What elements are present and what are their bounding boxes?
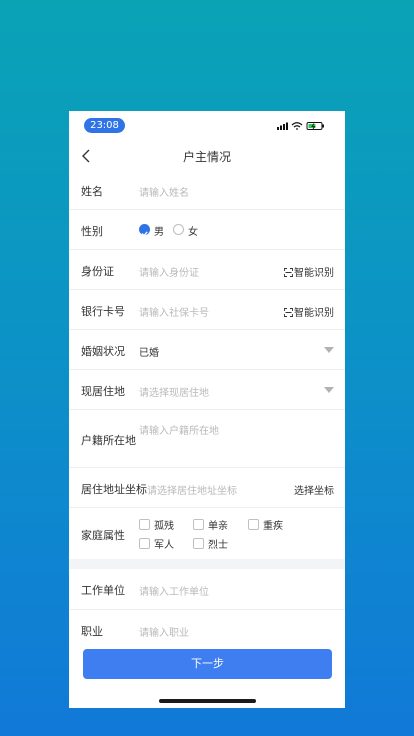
phone-screen: 23:08 户主情况 姓名 请输入姓名 性别 男 女 身份证 请输入身份证 智能… [69, 111, 345, 708]
residence-select[interactable]: 请选择现居住地 [139, 384, 209, 399]
soldier-checkbox[interactable] [139, 538, 150, 549]
gender-label: 性别 [81, 225, 103, 238]
gender-male-label[interactable]: 男 [154, 223, 164, 238]
residence-label: 现居住地 [81, 385, 125, 398]
work-unit-label: 工作单位 [81, 584, 125, 597]
martyr-checkbox[interactable] [193, 538, 204, 549]
id-card-recognize-label: 智能识别 [294, 268, 334, 279]
bank-card-label: 银行卡号 [81, 305, 125, 318]
occupation-label: 职业 [81, 625, 103, 638]
family-attr-row: 家庭属性 孤残 单亲 重疾 军人 烈士 [69, 508, 345, 559]
next-step-button[interactable]: 下一步 [83, 649, 332, 679]
status-time: 23:08 [84, 118, 125, 133]
gender-male-radio-checked-icon[interactable] [139, 224, 150, 237]
navigation-bar: 户主情况 [69, 141, 345, 171]
name-row[interactable]: 姓名 请输入姓名 [69, 170, 345, 210]
name-label: 姓名 [81, 185, 103, 198]
household-form: 姓名 请输入姓名 性别 男 女 身份证 请输入身份证 智能识别 银行卡号 请输入… [69, 170, 345, 650]
bank-card-recognize-label: 智能识别 [294, 308, 334, 319]
signal-icon [277, 122, 288, 130]
single-parent-option-label[interactable]: 单亲 [208, 517, 228, 532]
household-reg-input[interactable]: 请输入户籍所在地 [139, 422, 219, 437]
bank-card-row[interactable]: 银行卡号 请输入社保卡号 智能识别 [69, 290, 345, 330]
page-title: 户主情况 [182, 150, 231, 164]
name-input[interactable]: 请输入姓名 [139, 184, 189, 199]
gender-female-label[interactable]: 女 [188, 223, 198, 238]
serious-illness-option-label[interactable]: 重疾 [263, 517, 283, 532]
section-divider [69, 559, 345, 569]
coords-input[interactable]: 请选择居住地址坐标 [147, 482, 237, 497]
marital-row[interactable]: 婚姻状况 已婚 [69, 330, 345, 370]
household-reg-label: 户籍所在地 [81, 434, 136, 447]
coords-label: 居住地址坐标 [81, 483, 147, 496]
status-icons [277, 122, 324, 130]
bank-card-input[interactable]: 请输入社保卡号 [139, 304, 209, 319]
occupation-input[interactable]: 请输入职业 [139, 624, 189, 639]
status-bar: 23:08 [69, 111, 345, 137]
home-indicator [159, 699, 256, 703]
martyr-option-label[interactable]: 烈士 [208, 536, 228, 551]
scan-icon [284, 268, 293, 277]
occupation-row[interactable]: 职业 请输入职业 [69, 610, 345, 650]
serious-illness-checkbox[interactable] [248, 519, 259, 530]
family-attr-label: 家庭属性 [81, 529, 125, 542]
orphan-disabled-option-label[interactable]: 孤残 [154, 517, 174, 532]
choose-coords-button[interactable]: 选择坐标 [294, 482, 334, 497]
dropdown-arrow-icon[interactable] [324, 347, 334, 353]
marital-label: 婚姻状况 [81, 345, 125, 358]
coords-row[interactable]: 居住地址坐标 请选择居住地址坐标 选择坐标 [69, 468, 345, 508]
id-card-input[interactable]: 请输入身份证 [139, 264, 199, 279]
work-unit-row[interactable]: 工作单位 请输入工作单位 [69, 569, 345, 610]
dropdown-arrow-icon[interactable] [324, 387, 334, 393]
id-card-recognize-button[interactable]: 智能识别 [284, 264, 334, 279]
household-reg-row[interactable]: 户籍所在地 请输入户籍所在地 [69, 410, 345, 468]
scan-icon [284, 308, 293, 317]
id-card-row[interactable]: 身份证 请输入身份证 智能识别 [69, 250, 345, 290]
residence-row[interactable]: 现居住地 请选择现居住地 [69, 370, 345, 410]
wifi-icon [291, 122, 303, 130]
gender-female-radio-icon[interactable] [173, 224, 184, 235]
marital-select[interactable]: 已婚 [139, 344, 159, 359]
single-parent-checkbox[interactable] [193, 519, 204, 530]
bank-card-recognize-button[interactable]: 智能识别 [284, 304, 334, 319]
work-unit-input[interactable]: 请输入工作单位 [139, 583, 209, 598]
soldier-option-label[interactable]: 军人 [154, 536, 174, 551]
gender-row: 性别 男 女 [69, 210, 345, 250]
id-card-label: 身份证 [81, 265, 114, 278]
orphan-disabled-checkbox[interactable] [139, 519, 150, 530]
battery-icon [306, 122, 324, 130]
